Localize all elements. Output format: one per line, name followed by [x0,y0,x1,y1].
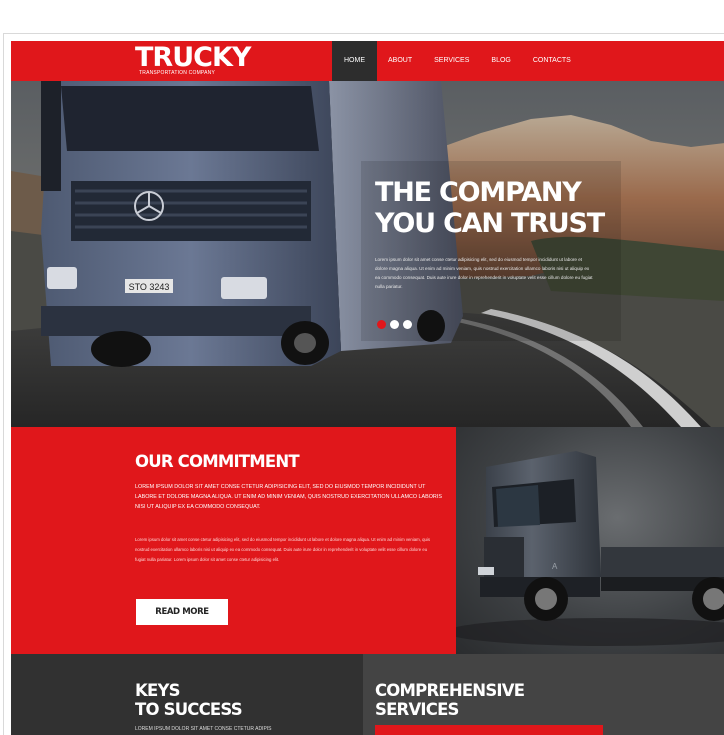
truck-photo: A [456,427,724,654]
nav-services[interactable]: SERVICES [423,41,480,81]
nav-about[interactable]: ABOUT [377,41,423,81]
svg-text:STO 3243: STO 3243 [129,282,170,292]
keys-heading: KEYS TO SUCCESS [135,681,243,719]
hero-heading: THE COMPANY YOU CAN TRUST [375,177,695,239]
services-tab-bar[interactable] [375,725,603,735]
commitment-lead: LOREM IPSUM DOLOR SIT AMET CONSE CTETUR … [135,484,442,510]
hero-heading-line1: THE COMPANY [375,177,582,208]
logo-wordmark: TRUCKY [135,42,251,73]
commitment-heading: OUR COMMITMENT [135,452,300,471]
slider-dot-2[interactable] [390,320,399,329]
slider-dot-1[interactable] [377,320,386,329]
services-heading: COMPREHENSIVE SERVICES [375,681,525,719]
services-heading-line1: COMPREHENSIVE [375,681,525,700]
services-section: COMPREHENSIVE SERVICES [363,654,724,735]
nav-home[interactable]: HOME [332,41,377,81]
keys-section: KEYS TO SUCCESS LOREM IPSUM DOLOR SIT AM… [11,654,363,735]
read-more-button[interactable]: READ MORE [136,599,228,625]
hero-heading-line2: YOU CAN TRUST [375,208,605,239]
commitment-section: OUR COMMITMENT LOREM IPSUM DOLOR SIT AME… [11,427,456,654]
hero-slider: STO 3243 THE COMPANY YOU CAN TRUST Lorem… [11,81,724,427]
slider-pagination [377,320,412,329]
site-header: TRUCKY TRANSPORTATION COMPANY HOME ABOUT… [11,41,724,81]
keys-text: LOREM IPSUM DOLOR SIT AMET CONSE CTETUR … [135,726,272,732]
truck-cab-image: A [456,451,724,646]
page: TRUCKY TRANSPORTATION COMPANY HOME ABOUT… [11,41,724,735]
commitment-body: Lorem ipsum dolor sit amet conse ctetur … [135,537,430,562]
slider-dot-3[interactable] [403,320,412,329]
logo[interactable]: TRUCKY TRANSPORTATION COMPANY [135,43,335,79]
hero-description: Lorem ipsum dolor sit amet conse ctetur … [375,257,593,289]
nav-blog[interactable]: BLOG [480,41,521,81]
keys-heading-line2: TO SUCCESS [135,700,243,719]
hero-truck-image: STO 3243 [11,81,724,427]
main-nav: HOME ABOUT SERVICES BLOG CONTACTS [332,41,582,81]
website-preview-frame: TRUCKY TRANSPORTATION COMPANY HOME ABOUT… [3,33,724,735]
svg-text:A: A [552,562,558,571]
keys-heading-line1: KEYS [135,681,181,700]
logo-tagline: TRANSPORTATION COMPANY [139,70,215,76]
nav-contacts[interactable]: CONTACTS [522,41,582,81]
services-heading-line2: SERVICES [375,700,459,719]
